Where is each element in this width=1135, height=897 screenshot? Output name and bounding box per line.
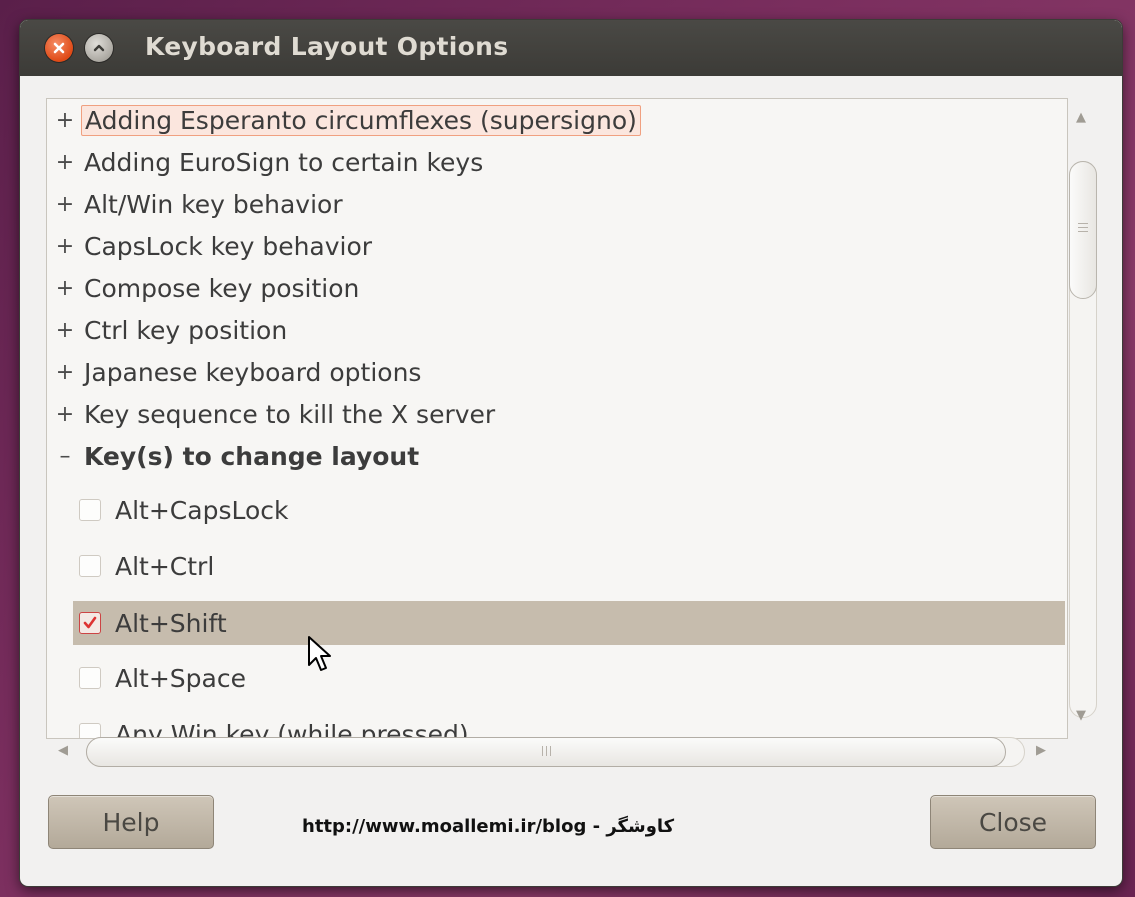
- help-button[interactable]: Help: [48, 795, 214, 849]
- option-row[interactable]: Alt+CapsLock: [73, 488, 1065, 532]
- expand-icon[interactable]: +: [54, 150, 76, 175]
- tree-item-label: CapsLock key behavior: [84, 231, 373, 261]
- titlebar[interactable]: Keyboard Layout Options: [20, 20, 1122, 76]
- tree-item[interactable]: + Key sequence to kill the X server: [47, 393, 1065, 435]
- expand-icon[interactable]: +: [54, 318, 76, 343]
- tree-item-label: Key sequence to kill the X server: [84, 399, 496, 429]
- option-label: Alt+CapsLock: [115, 495, 289, 525]
- vertical-scrollbar[interactable]: ▲ ▼: [1066, 98, 1102, 737]
- expand-icon[interactable]: +: [54, 192, 76, 217]
- scroll-up-arrow-icon[interactable]: ▲: [1076, 110, 1086, 125]
- scroll-thumb[interactable]: [1069, 161, 1097, 299]
- tree-item-label: Japanese keyboard options: [84, 357, 422, 387]
- options-tree[interactable]: + Adding Esperanto circumflexes (supersi…: [46, 98, 1068, 739]
- tree-item[interactable]: + CapsLock key behavior: [47, 225, 1065, 267]
- option-label: Alt+Space: [115, 663, 246, 693]
- window-close-button[interactable]: [45, 34, 73, 62]
- scroll-left-arrow-icon[interactable]: ◀: [58, 743, 68, 758]
- horizontal-scrollbar[interactable]: ◀ ▶: [46, 732, 1046, 772]
- close-icon: [53, 42, 65, 54]
- tree-item[interactable]: + Compose key position: [47, 267, 1065, 309]
- option-checkbox[interactable]: [79, 667, 101, 689]
- maximize-icon: [93, 44, 105, 52]
- tree-item-label: Alt/Win key behavior: [84, 189, 343, 219]
- grip-icon: [1078, 223, 1088, 235]
- option-label: Alt+Shift: [115, 608, 227, 638]
- tree-item-label: Key(s) to change layout: [84, 441, 420, 471]
- tree-item[interactable]: + Japanese keyboard options: [47, 351, 1065, 393]
- expand-icon[interactable]: +: [54, 402, 76, 427]
- option-checkbox[interactable]: [79, 555, 101, 577]
- mouse-cursor-icon: [308, 636, 331, 671]
- tree-item-label: Ctrl key position: [84, 315, 288, 345]
- collapse-icon[interactable]: –: [54, 444, 76, 469]
- expand-icon[interactable]: +: [54, 360, 76, 385]
- option-row[interactable]: Alt+Ctrl: [73, 544, 1065, 588]
- check-icon: [83, 616, 97, 629]
- expand-icon[interactable]: +: [54, 234, 76, 259]
- tree-item[interactable]: + Ctrl key position: [47, 309, 1065, 351]
- grip-icon: [542, 746, 551, 756]
- option-row[interactable]: Alt+Space: [73, 656, 1065, 700]
- scroll-right-arrow-icon[interactable]: ▶: [1036, 743, 1046, 758]
- tree-item-label: Adding EuroSign to certain keys: [84, 147, 484, 177]
- keyboard-layout-options-dialog: Keyboard Layout Options + Adding Esperan…: [20, 20, 1122, 886]
- tree-item-label: Compose key position: [84, 273, 360, 303]
- tree-item-label: Adding Esperanto circumflexes (supersign…: [81, 104, 641, 136]
- window-maximize-button[interactable]: [85, 34, 113, 62]
- scroll-thumb[interactable]: [86, 737, 1006, 767]
- option-label: Alt+Ctrl: [115, 551, 215, 581]
- expand-icon[interactable]: +: [54, 108, 76, 133]
- watermark-text: http://www.moallemi.ir/blog - کاوشگر: [302, 816, 675, 837]
- expand-icon[interactable]: +: [54, 276, 76, 301]
- tree-item[interactable]: + Adding EuroSign to certain keys: [47, 141, 1065, 183]
- option-row-selected[interactable]: Alt+Shift: [73, 601, 1065, 645]
- tree-item[interactable]: + Alt/Win key behavior: [47, 183, 1065, 225]
- window-title: Keyboard Layout Options: [145, 32, 509, 61]
- close-button[interactable]: Close: [930, 795, 1096, 849]
- option-checkbox-checked[interactable]: [79, 612, 101, 634]
- tree-item-expanded[interactable]: – Key(s) to change layout: [47, 435, 1065, 477]
- scroll-down-arrow-icon[interactable]: ▼: [1076, 708, 1086, 723]
- tree-item[interactable]: + Adding Esperanto circumflexes (supersi…: [47, 99, 1065, 141]
- option-checkbox[interactable]: [79, 499, 101, 521]
